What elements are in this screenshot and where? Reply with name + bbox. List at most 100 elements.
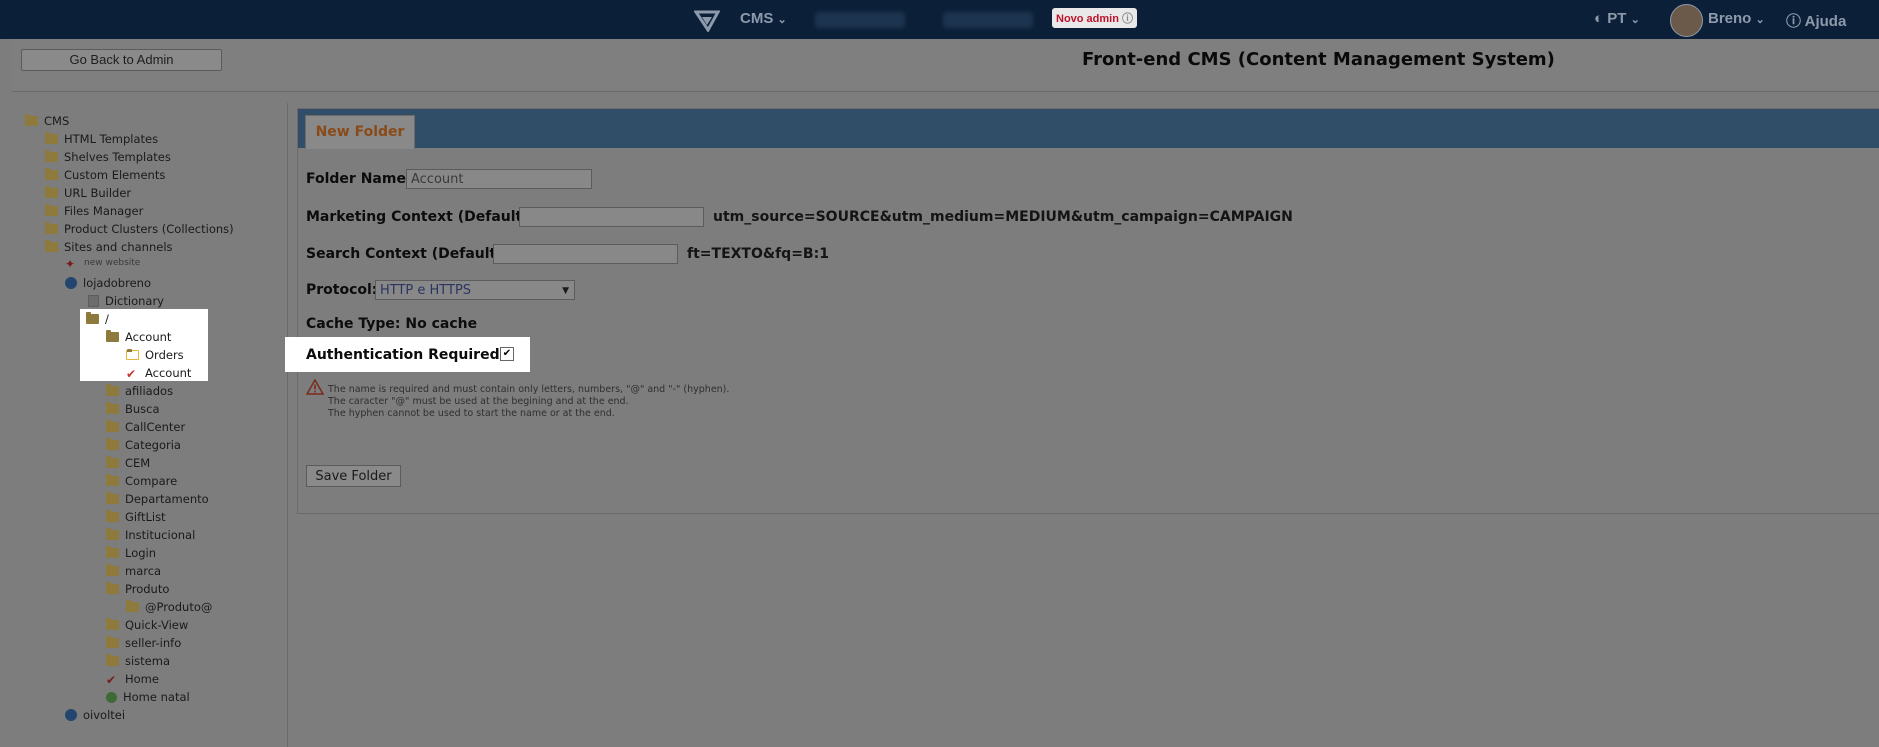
tree-item-cms[interactable]: CMS [25,114,69,128]
tree-item-label: Custom Elements [64,168,166,182]
search-context-hint: ft=TEXTO&fq=B:1 [687,246,829,262]
tree-item-folder[interactable]: Produto [106,582,169,596]
vtex-logo-icon[interactable] [694,8,720,32]
folder-icon [106,438,119,450]
tree-item-label: Produto [125,582,170,596]
tree-item-label: Login [125,546,157,560]
tree-item-oivoltei[interactable]: oivoltei [65,708,125,722]
tree-item-account-page[interactable]: ✔ Account [126,366,191,380]
tab-new-folder[interactable]: New Folder [305,115,415,149]
tree-item-folder[interactable]: Departamento [106,492,209,506]
dropdown-arrow-icon: ▼ [562,286,569,296]
tree-item-label: CallCenter [125,420,186,434]
open-folder-icon [86,312,99,324]
folder-icon [45,240,58,252]
folder-icon [106,618,119,630]
tree-item-label: Shelves Templates [64,150,171,164]
tree-item-label: URL Builder [64,186,132,200]
chevron-down-icon: ⌄ [1630,14,1640,26]
cms-menu[interactable]: CMS ⌄ [740,10,787,27]
tree-item-label: Categoria [125,438,181,452]
folder-icon [45,150,58,162]
cms-menu-label: CMS [740,10,774,27]
blurred-breadcrumb[interactable] [815,12,905,28]
folder-icon [126,349,139,360]
tree-item-folder[interactable]: Quick-View [106,618,188,632]
validation-note: The caracter "@" must be used at the beg… [328,396,629,407]
tree-item-account-folder[interactable]: Account [106,330,171,344]
tree-item-folder[interactable]: CEM [106,456,150,470]
tree-item-label: Account [125,330,172,344]
tree-item-label: CMS [44,114,70,128]
tree-item-folder[interactable]: seller-info [106,636,181,650]
auth-required-checkbox[interactable]: ✔ [500,347,514,361]
tree-item-files-manager[interactable]: Files Manager [45,204,143,218]
folder-name-input[interactable]: Account [406,169,592,189]
blurred-breadcrumb[interactable] [943,12,1033,28]
tree-item-label: Orders [145,348,184,362]
tree-item-shelves-templates[interactable]: Shelves Templates [45,150,171,164]
folder-icon [45,222,58,234]
tree-item-folder[interactable]: Compare [106,474,177,488]
tree-item-label: marca [125,564,162,578]
tree-item-label: Compare [125,474,178,488]
search-context-input[interactable] [493,244,678,264]
tree-item-folder[interactable]: GiftList [106,510,166,524]
tree-item-lojadobreno[interactable]: lojadobreno [65,276,151,290]
tree-item-dictionary[interactable]: Dictionary [88,294,164,308]
novo-admin-label: Novo admin [1056,13,1119,25]
protocol-select[interactable]: HTTP e HTTPS ▼ [375,280,575,300]
tree-item-label: Institucional [125,528,196,542]
avatar[interactable] [1670,4,1703,37]
tree-item-folder[interactable]: Categoria [106,438,181,452]
novo-admin-badge[interactable]: Novo admin ⓘ [1052,8,1138,28]
tree-item-label: HTML Templates [64,132,159,146]
tree-item-folder[interactable]: sistema [106,654,170,668]
tree-item-label: new website [84,258,141,268]
tree-item-new-website[interactable]: ✦ new website [65,258,141,270]
tree-item-label: Dictionary [105,294,164,308]
folder-icon [45,132,58,144]
tree-item-produto-child[interactable]: @Produto@ [126,600,212,614]
tree-item-folder[interactable]: Institucional [106,528,195,542]
tree-item-orders[interactable]: Orders [126,348,184,362]
user-menu[interactable]: Breno ⌄ [1708,10,1765,27]
marketing-context-input[interactable] [519,207,704,227]
folder-icon [106,564,119,576]
go-back-button[interactable]: Go Back to Admin [21,49,222,71]
tree-item-folder[interactable]: Login [106,546,156,560]
tree-item-label: Home [125,672,159,686]
tree-item-folder[interactable]: afiliados [106,384,173,398]
folder-icon [45,204,58,216]
folder-icon [106,420,119,432]
language-selector[interactable]: ◐ PT ⌄ [1594,10,1640,27]
tree-item-html-templates[interactable]: HTML Templates [45,132,158,146]
tree-item-product-clusters[interactable]: Product Clusters (Collections) [45,222,234,236]
tree-item-label: GiftList [125,510,166,524]
open-folder-icon [106,582,119,594]
cache-type-label: Cache Type: No cache [306,316,478,332]
tree-item-home-natal[interactable]: Home natal [106,690,190,704]
help-link[interactable]: ⓘ Ajuda [1786,10,1846,31]
tree-item-folder[interactable]: Busca [106,402,160,416]
folder-icon [106,474,119,486]
tree-item-label: Account [145,366,192,380]
marketing-context-hint: utm_source=SOURCE&utm_medium=MEDIUM&utm_… [713,209,1293,225]
tree-item-sites-and-channels[interactable]: Sites and channels [45,240,173,254]
tree-item-label: sistema [125,654,171,668]
protocol-value: HTTP e HTTPS [380,283,472,298]
tree-item-label: seller-info [125,636,182,650]
folder-icon [45,186,58,198]
save-folder-button[interactable]: Save Folder [306,465,401,487]
folder-icon [106,402,119,414]
protocol-label: Protocol: [306,282,378,298]
tree-item-home[interactable]: ✔ Home [106,672,159,686]
tree-item-url-builder[interactable]: URL Builder [45,186,131,200]
tree-item-folder[interactable]: marca [106,564,161,578]
tree-item-custom-elements[interactable]: Custom Elements [45,168,165,182]
tree-item-root-folder[interactable]: / [86,312,109,326]
tree-item-folder[interactable]: CallCenter [106,420,185,434]
folder-icon [106,510,119,522]
chevron-down-icon: ⌄ [777,14,787,26]
help-circle-icon: ⓘ [1786,13,1802,30]
